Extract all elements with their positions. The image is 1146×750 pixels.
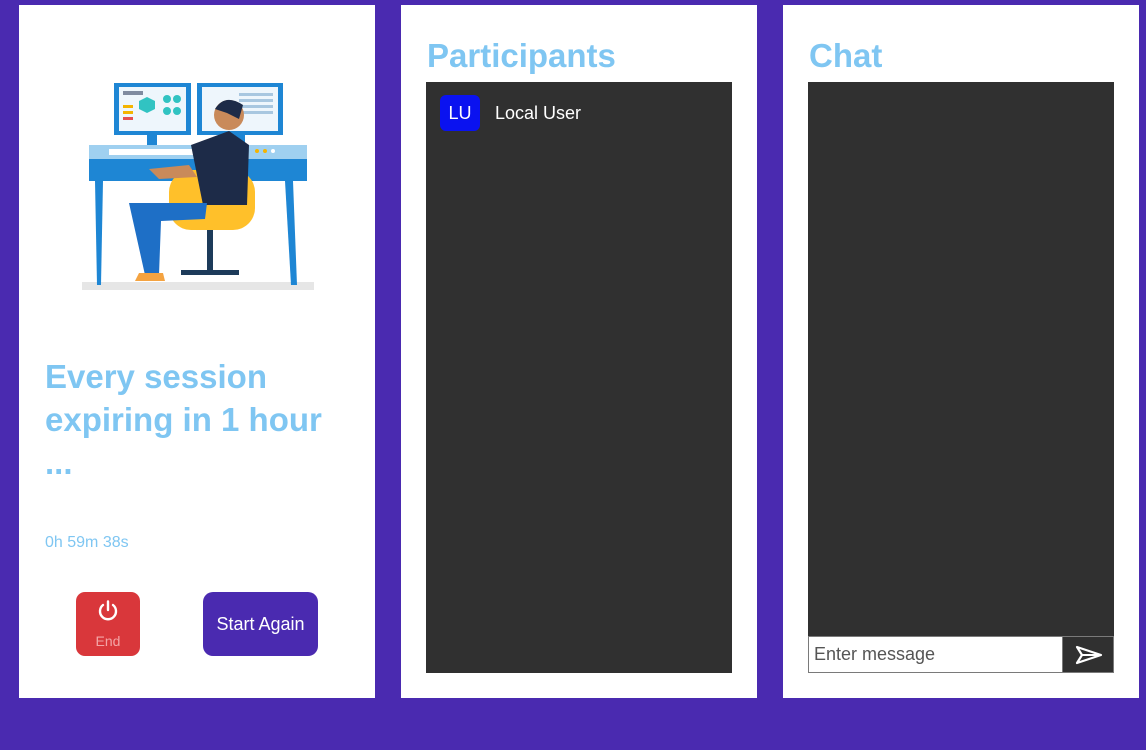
chat-panel: Chat [783,5,1139,698]
send-button[interactable] [1062,636,1114,673]
session-expiry-heading: Every session expiring in 1 hour ... [45,358,322,481]
send-icon [1075,645,1103,665]
end-button[interactable]: End [76,592,140,656]
chat-title: Chat [809,37,883,74]
start-again-button[interactable]: Start Again [203,592,318,656]
chat-message-input[interactable] [808,636,1062,673]
participants-panel: Participants LU Local User [401,5,757,698]
participants-title: Participants [427,37,616,74]
participants-list: LU Local User [426,82,732,673]
session-panel: Every session expiring in 1 hour ... 0h … [19,5,375,698]
end-button-label: End [95,633,121,649]
participant-name: Local User [495,102,582,123]
developer-illustration [82,83,314,290]
avatar: LU [440,95,480,131]
participant-item[interactable]: LU Local User [440,95,581,131]
chat-messages-area[interactable] [808,82,1114,636]
session-timer: 0h 59m 38s [45,534,129,551]
power-icon [98,600,118,621]
